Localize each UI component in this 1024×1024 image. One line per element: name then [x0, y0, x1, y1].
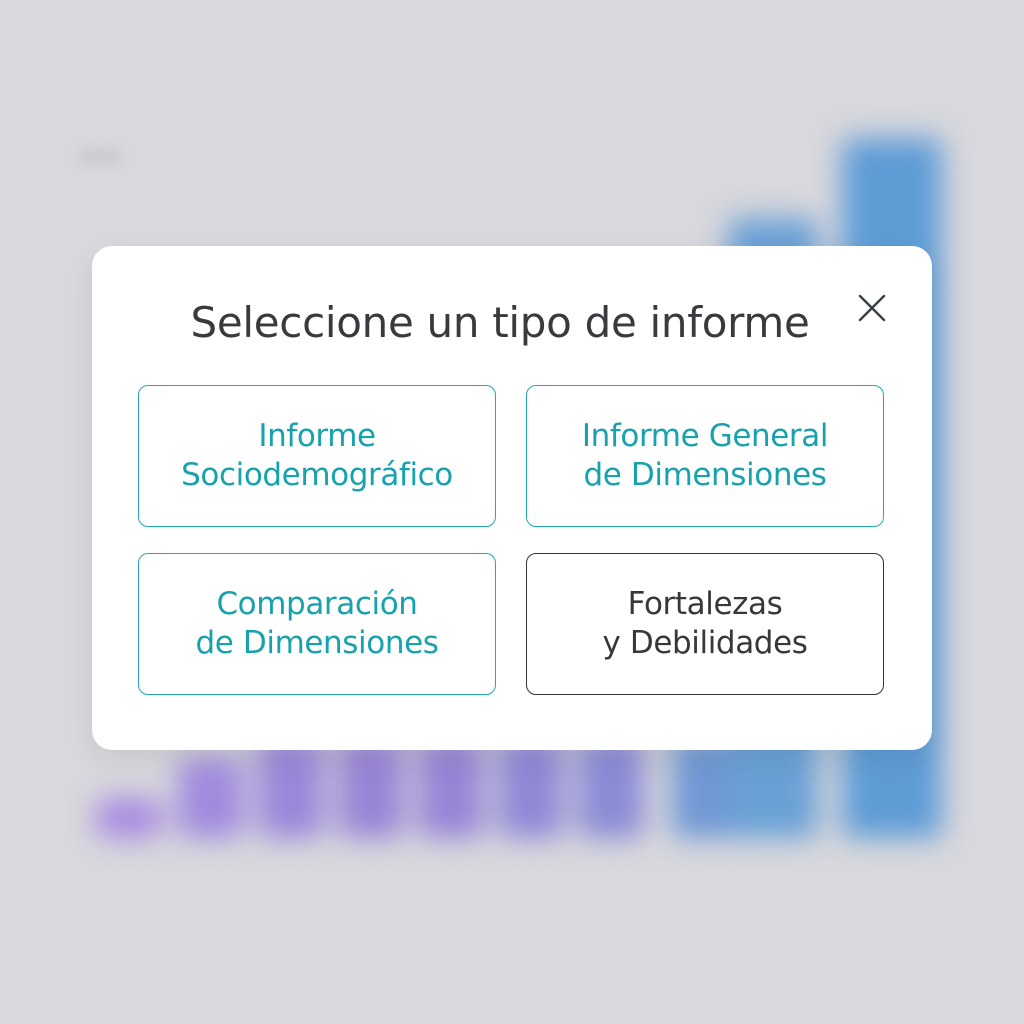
option-label: Informe General de Dimensiones	[581, 418, 829, 493]
dialog-title: Seleccione un tipo de informe	[190, 298, 810, 347]
option-label: Fortalezas y Debilidades	[602, 586, 808, 661]
option-fortalezas-debilidades[interactable]: Fortalezas y Debilidades	[526, 553, 884, 695]
blurred-bar	[418, 738, 484, 838]
option-informe-sociodemografico[interactable]: Informe Sociodemográfico	[138, 385, 496, 527]
option-comparacion-dimensiones[interactable]: Comparación de Dimensiones	[138, 553, 496, 695]
blurred-bar	[578, 738, 644, 838]
blurred-bar	[96, 798, 162, 838]
option-label: Comparación de Dimensiones	[195, 586, 439, 661]
close-icon	[858, 294, 886, 322]
option-label: Informe Sociodemográfico	[181, 418, 453, 493]
blurred-bar	[338, 738, 404, 838]
blurred-bar	[498, 738, 564, 838]
blurred-bar	[178, 758, 244, 838]
blurred-bar	[258, 738, 324, 838]
close-button[interactable]	[852, 288, 892, 328]
option-informe-general-dimensiones[interactable]: Informe General de Dimensiones	[526, 385, 884, 527]
report-type-dialog: Seleccione un tipo de informe Informe So…	[92, 246, 932, 750]
